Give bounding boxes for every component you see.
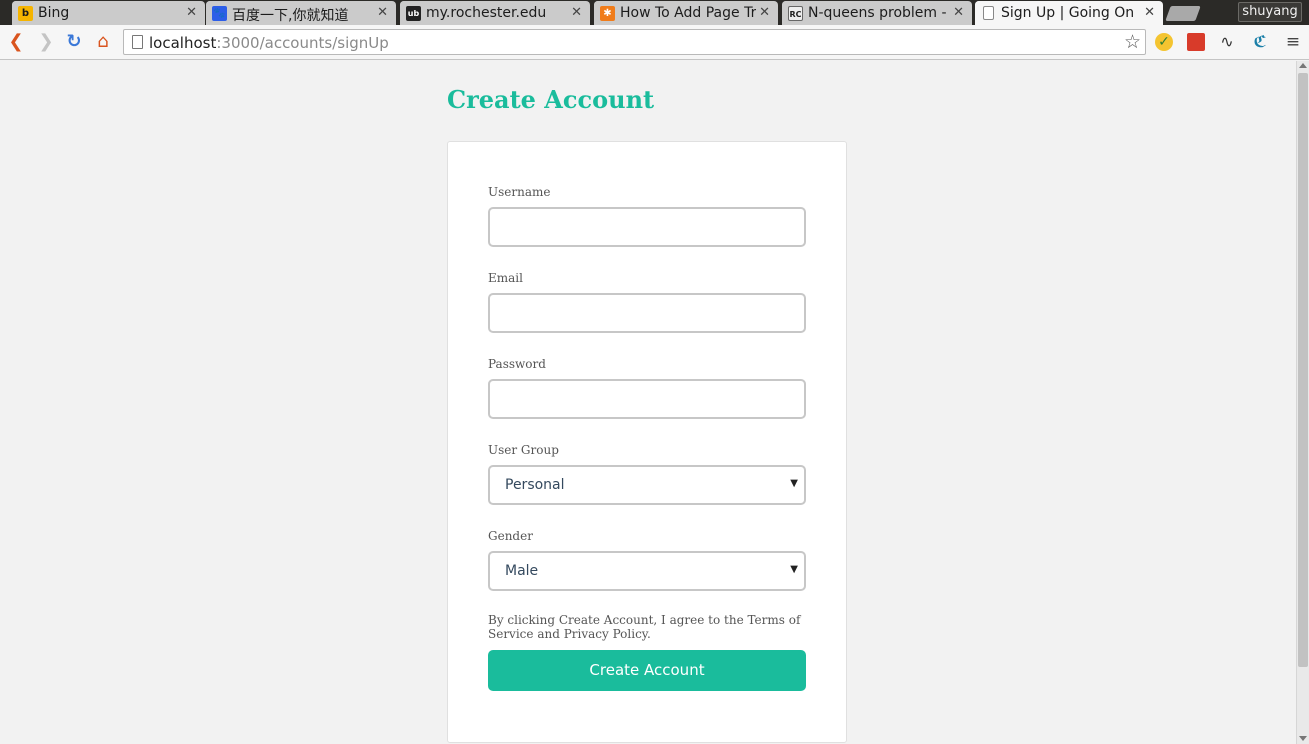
gender-label: Gender — [488, 529, 533, 543]
tab-title: my.rochester.edu — [426, 5, 547, 21]
scrollbar-thumb[interactable] — [1298, 73, 1308, 667]
tab-title: 百度一下,你就知道 — [232, 8, 349, 24]
tab-n-queens[interactable]: RC N-queens problem - ✕ — [782, 1, 972, 26]
page-title: Create Account — [447, 85, 655, 114]
close-icon[interactable]: ✕ — [953, 5, 964, 20]
tab-page-transitions[interactable]: ✱ How To Add Page Tr ✕ — [594, 1, 778, 26]
scroll-up-arrow-icon[interactable] — [1299, 63, 1307, 68]
user-group-label: User Group — [488, 443, 559, 457]
tab-title: Sign Up | Going On — [1001, 5, 1135, 21]
signup-form-card: Username Email Password User Group Perso… — [447, 141, 847, 743]
asterisk-icon: ✱ — [600, 6, 615, 21]
home-icon[interactable]: ⌂ — [92, 32, 114, 54]
email-input[interactable] — [488, 293, 806, 333]
url-path: :3000/accounts/signUp — [216, 34, 389, 52]
browser-toolbar: ❮ ❯ ↻ ⌂ localhost:3000/accounts/signUp ☆… — [0, 25, 1309, 60]
tab-rochester[interactable]: ub my.rochester.edu ✕ — [400, 1, 590, 26]
forward-icon[interactable]: ❯ — [35, 32, 57, 54]
rochester-icon: ub — [406, 6, 421, 21]
new-tab-button[interactable] — [1165, 6, 1201, 21]
terms-text: By clicking Create Account, I agree to t… — [488, 613, 801, 641]
close-icon[interactable]: ✕ — [571, 5, 582, 20]
gender-select[interactable]: Male ▼ — [488, 551, 806, 591]
tab-strip: b Bing ✕ 🐾 百度一下,你就知道 ✕ ub my.rochester.e… — [0, 0, 1309, 26]
close-icon[interactable]: ✕ — [186, 5, 197, 20]
close-icon[interactable]: ✕ — [377, 5, 388, 20]
reload-icon[interactable]: ↻ — [63, 32, 85, 54]
address-bar[interactable]: localhost:3000/accounts/signUp ☆ — [123, 29, 1146, 55]
tab-sign-up[interactable]: Sign Up | Going On ✕ — [975, 1, 1163, 26]
close-icon[interactable]: ✕ — [1144, 5, 1155, 20]
page-icon — [983, 6, 994, 20]
rosetta-code-icon: RC — [788, 6, 803, 21]
scroll-down-arrow-icon[interactable] — [1299, 736, 1307, 741]
close-icon[interactable]: ✕ — [759, 5, 770, 20]
tab-title: How To Add Page Tr — [620, 5, 756, 21]
gender-selected-value: Male — [505, 563, 539, 579]
baidu-paw-icon: 🐾 — [212, 6, 227, 21]
url-text: localhost:3000/accounts/signUp — [149, 34, 389, 52]
tab-title: Bing — [38, 5, 70, 21]
email-label: Email — [488, 271, 523, 285]
page-viewport: Create Account Username Email Password U… — [0, 61, 1296, 744]
password-label: Password — [488, 357, 546, 371]
caret-down-icon: ▼ — [790, 564, 798, 575]
username-label: Username — [488, 185, 551, 199]
create-account-button[interactable]: Create Account — [488, 650, 806, 691]
user-group-selected-value: Personal — [505, 477, 565, 493]
page-icon — [132, 35, 143, 49]
user-group-select[interactable]: Personal ▼ — [488, 465, 806, 505]
page-scrollbar[interactable] — [1296, 61, 1309, 744]
caret-down-icon: ▼ — [790, 478, 798, 489]
extension-c-icon[interactable]: ℭ — [1251, 33, 1269, 51]
password-input[interactable] — [488, 379, 806, 419]
bing-icon: b — [18, 6, 33, 21]
extension-pulse-icon[interactable]: ∿ — [1218, 33, 1236, 51]
tab-baidu[interactable]: 🐾 百度一下,你就知道 ✕ — [206, 1, 396, 26]
profile-button[interactable]: shuyang — [1238, 2, 1302, 22]
url-host: localhost — [149, 34, 217, 52]
tab-bing[interactable]: b Bing ✕ — [12, 1, 205, 26]
menu-icon[interactable]: ≡ — [1284, 33, 1302, 51]
back-icon[interactable]: ❮ — [5, 32, 27, 54]
extension-bookmark-icon[interactable] — [1187, 33, 1205, 51]
tab-title: N-queens problem - — [808, 5, 947, 21]
bookmark-star-icon[interactable]: ☆ — [1124, 31, 1141, 53]
extension-check-icon[interactable]: ✓ — [1155, 33, 1173, 51]
username-input[interactable] — [488, 207, 806, 247]
